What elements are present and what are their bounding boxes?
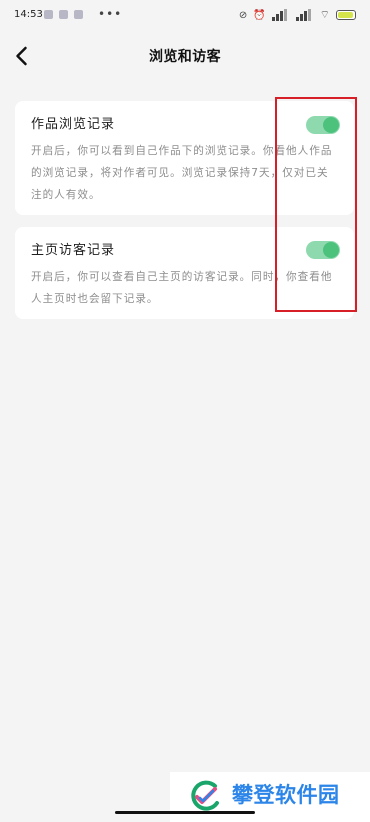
watermark-text: 攀登软件园	[232, 783, 340, 807]
navigation-handle[interactable]	[115, 811, 255, 814]
app-notification-icon	[74, 10, 83, 19]
app-notification-icon	[59, 10, 68, 19]
signal-icon	[271, 9, 290, 21]
status-bar: 14:53 ••• ⊘ ⏰ ⌔	[0, 0, 370, 32]
mute-icon: ⊘	[238, 9, 248, 21]
watermark-logo-icon	[191, 780, 219, 811]
header: 浏览和访客	[0, 36, 370, 78]
wifi-icon: ⌔	[319, 8, 330, 21]
highlight-box	[275, 97, 357, 312]
more-notifications-icon: •••	[98, 7, 123, 21]
notification-icon	[44, 10, 53, 19]
page-title: 浏览和访客	[149, 49, 221, 65]
signal-icon	[295, 9, 314, 21]
watermark: 攀登软件园	[170, 772, 370, 822]
alarm-icon: ⏰	[253, 9, 266, 21]
status-left-icons	[44, 10, 83, 19]
battery-icon	[336, 10, 356, 20]
status-right-icons: ⊘ ⏰ ⌔	[239, 8, 356, 22]
status-time: 14:53	[14, 9, 43, 20]
